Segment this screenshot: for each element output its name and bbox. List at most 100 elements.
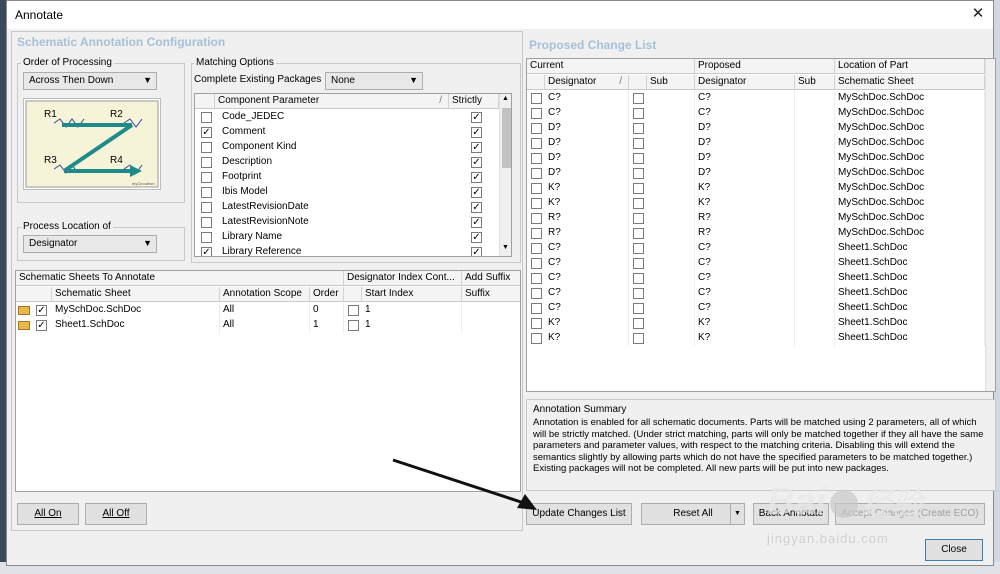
parameter-grid-scrollbar[interactable]: ▲ ▼	[499, 94, 511, 256]
strictly-checkbox[interactable]: ✓	[471, 232, 482, 243]
all-off-button[interactable]: All Off	[85, 503, 147, 525]
sub-checkbox[interactable]	[633, 138, 644, 149]
change-row-checkbox[interactable]	[531, 333, 542, 344]
scroll-thumb[interactable]	[502, 108, 511, 168]
parameter-row[interactable]: Ibis Model ✓	[195, 185, 499, 200]
column-header-strictly[interactable]: Strictly	[449, 94, 499, 109]
sub-checkbox[interactable]	[633, 213, 644, 224]
index-checkbox[interactable]	[348, 320, 359, 331]
process-location-select[interactable]: Designator ▼	[23, 235, 157, 253]
change-row[interactable]: R? R? MySchDoc.SchDoc	[527, 211, 985, 226]
change-row[interactable]: C? C? Sheet1.SchDoc	[527, 271, 985, 286]
column-header-parameter[interactable]: Component Parameter /	[215, 94, 449, 109]
complete-packages-select[interactable]: None ▼	[325, 72, 423, 90]
parameter-checkbox[interactable]	[201, 172, 212, 183]
change-row[interactable]: K? K? Sheet1.SchDoc	[527, 316, 985, 331]
change-row-checkbox[interactable]	[531, 93, 542, 104]
change-row-checkbox[interactable]	[531, 243, 542, 254]
change-row-checkbox[interactable]	[531, 138, 542, 149]
change-row[interactable]: D? D? MySchDoc.SchDoc	[527, 121, 985, 136]
suffix-cell[interactable]	[462, 318, 520, 333]
change-row-checkbox[interactable]	[531, 123, 542, 134]
sub-checkbox[interactable]	[633, 183, 644, 194]
parameter-checkbox[interactable]: ✓	[201, 127, 212, 138]
sub-checkbox[interactable]	[633, 288, 644, 299]
change-row[interactable]: K? K? MySchDoc.SchDoc	[527, 196, 985, 211]
change-row-checkbox[interactable]	[531, 108, 542, 119]
sub-checkbox[interactable]	[633, 333, 644, 344]
parameter-checkbox[interactable]	[201, 187, 212, 198]
scroll-down-icon[interactable]: ▼	[502, 244, 509, 251]
change-row-checkbox[interactable]	[531, 198, 542, 209]
sub-checkbox[interactable]	[633, 273, 644, 284]
column-header-current-sub[interactable]: Sub	[647, 75, 695, 90]
parameter-row[interactable]: LatestRevisionDate ✓	[195, 200, 499, 215]
column-header-schematic-sheet[interactable]: Schematic Sheet	[52, 287, 220, 302]
start-index-cell[interactable]: 1	[362, 303, 462, 318]
change-row[interactable]: C? C? Sheet1.SchDoc	[527, 256, 985, 271]
all-on-button[interactable]: All On	[17, 503, 79, 525]
sub-checkbox[interactable]	[633, 303, 644, 314]
change-row[interactable]: D? D? MySchDoc.SchDoc	[527, 136, 985, 151]
column-header-annotation-scope[interactable]: Annotation Scope	[220, 287, 310, 302]
strictly-checkbox[interactable]: ✓	[471, 217, 482, 228]
chevron-down-icon[interactable]: ▼	[730, 504, 744, 524]
strictly-checkbox[interactable]: ✓	[471, 142, 482, 153]
change-row-checkbox[interactable]	[531, 168, 542, 179]
sub-checkbox[interactable]	[633, 93, 644, 104]
sub-checkbox[interactable]	[633, 243, 644, 254]
scroll-up-icon[interactable]: ▲	[502, 95, 509, 102]
parameter-checkbox[interactable]	[201, 217, 212, 228]
parameter-row[interactable]: Footprint ✓	[195, 170, 499, 185]
parameter-checkbox[interactable]	[201, 157, 212, 168]
order-of-processing-select[interactable]: Across Then Down ▼	[23, 72, 157, 90]
sub-checkbox[interactable]	[633, 198, 644, 209]
sub-checkbox[interactable]	[633, 123, 644, 134]
change-row-checkbox[interactable]	[531, 213, 542, 224]
change-row[interactable]: K? K? MySchDoc.SchDoc	[527, 181, 985, 196]
column-header-schematic-sheet[interactable]: Schematic Sheet	[835, 75, 985, 90]
sheet-checkbox[interactable]: ✓	[36, 305, 47, 316]
parameter-row[interactable]: Code_JEDEC ✓	[195, 110, 499, 125]
strictly-checkbox[interactable]: ✓	[471, 247, 482, 256]
sheet-checkbox[interactable]: ✓	[36, 320, 47, 331]
parameter-checkbox[interactable]: ✓	[201, 247, 212, 256]
strictly-checkbox[interactable]: ✓	[471, 157, 482, 168]
strictly-checkbox[interactable]: ✓	[471, 127, 482, 138]
change-row-checkbox[interactable]	[531, 303, 542, 314]
parameter-checkbox[interactable]	[201, 202, 212, 213]
parameter-row[interactable]: Component Kind ✓	[195, 140, 499, 155]
parameter-row[interactable]: ✓ Comment ✓	[195, 125, 499, 140]
change-row[interactable]: R? R? MySchDoc.SchDoc	[527, 226, 985, 241]
parameter-row[interactable]: LatestRevisionNote ✓	[195, 215, 499, 230]
change-row[interactable]: C? C? Sheet1.SchDoc	[527, 301, 985, 316]
column-header-suffix[interactable]: Suffix	[462, 287, 520, 302]
change-row[interactable]: C? C? MySchDoc.SchDoc	[527, 91, 985, 106]
sub-checkbox[interactable]	[633, 108, 644, 119]
reset-all-button[interactable]: Reset All ▼	[641, 503, 745, 525]
change-list-scrollbar[interactable]	[985, 59, 995, 391]
sheet-row[interactable]: ✓ MySchDoc.SchDoc All 0 1	[16, 303, 520, 318]
change-row-checkbox[interactable]	[531, 258, 542, 269]
change-row[interactable]: D? D? MySchDoc.SchDoc	[527, 166, 985, 181]
suffix-cell[interactable]	[462, 303, 520, 318]
column-header-current-designator[interactable]: Designator /	[545, 75, 629, 90]
parameter-checkbox[interactable]	[201, 112, 212, 123]
index-checkbox[interactable]	[348, 305, 359, 316]
change-row[interactable]: D? D? MySchDoc.SchDoc	[527, 151, 985, 166]
sub-checkbox[interactable]	[633, 153, 644, 164]
start-index-cell[interactable]: 1	[362, 318, 462, 333]
change-row-checkbox[interactable]	[531, 228, 542, 239]
change-row-checkbox[interactable]	[531, 273, 542, 284]
change-row-checkbox[interactable]	[531, 153, 542, 164]
sub-checkbox[interactable]	[633, 318, 644, 329]
change-row-checkbox[interactable]	[531, 318, 542, 329]
parameter-checkbox[interactable]	[201, 232, 212, 243]
change-row-checkbox[interactable]	[531, 288, 542, 299]
strictly-checkbox[interactable]: ✓	[471, 187, 482, 198]
column-header-proposed-sub[interactable]: Sub	[795, 75, 835, 90]
sub-checkbox[interactable]	[633, 258, 644, 269]
strictly-checkbox[interactable]: ✓	[471, 112, 482, 123]
column-header-proposed-designator[interactable]: Designator	[695, 75, 795, 90]
change-row[interactable]: C? C? Sheet1.SchDoc	[527, 286, 985, 301]
